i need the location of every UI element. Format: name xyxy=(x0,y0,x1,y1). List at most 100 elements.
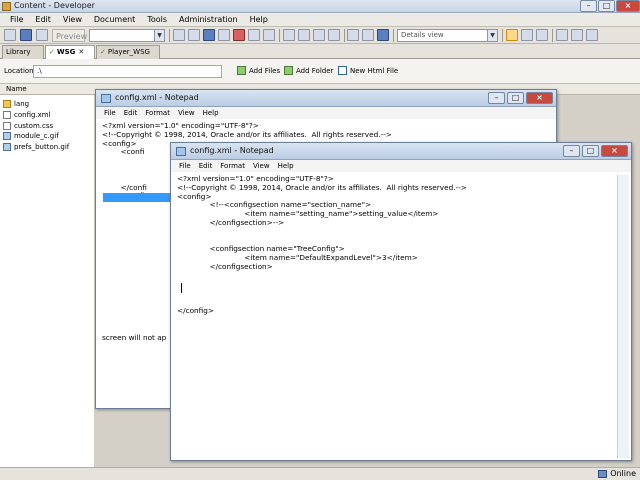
menu-administration[interactable]: Administration xyxy=(173,13,244,26)
new-html-icon xyxy=(338,66,347,75)
columns-view-icon[interactable] xyxy=(536,29,548,41)
menu-view[interactable]: View xyxy=(57,13,88,26)
delete-icon[interactable] xyxy=(233,29,245,41)
add-files-icon xyxy=(237,66,246,75)
forward-icon[interactable] xyxy=(298,29,310,41)
folder-icon xyxy=(3,100,11,108)
save-icon[interactable] xyxy=(20,29,32,41)
paste-icon[interactable] xyxy=(218,29,230,41)
network-icon xyxy=(598,469,608,478)
notepad-menubar: File Edit Format View Help xyxy=(171,160,631,172)
menu-view[interactable]: View xyxy=(174,107,199,119)
location-bar: Location: .\ Add Files Add Folder New Ht… xyxy=(0,59,640,84)
minimize-button[interactable]: – xyxy=(580,0,597,12)
close-tab-icon[interactable]: ✕ xyxy=(78,48,84,56)
tab-strip: Library ✓ WSG ✕ ✓ Player_WSG xyxy=(0,44,640,60)
notepad-title: config.xml - Notepad xyxy=(115,93,199,102)
refresh-icon[interactable] xyxy=(188,29,200,41)
close-button[interactable]: × xyxy=(616,0,640,12)
list-view-icon[interactable] xyxy=(521,29,533,41)
notepad-menubar: File Edit Format View Help xyxy=(96,107,556,119)
menu-edit[interactable]: Edit xyxy=(195,160,217,172)
menu-document[interactable]: Document xyxy=(88,13,141,26)
notepad-titlebar[interactable]: config.xml - Notepad – □ × xyxy=(96,90,556,107)
lock-icon[interactable] xyxy=(263,29,275,41)
menu-view[interactable]: View xyxy=(249,160,274,172)
file-item[interactable]: lang xyxy=(3,100,29,108)
close-button[interactable]: × xyxy=(601,145,628,157)
menu-help[interactable]: Help xyxy=(199,107,223,119)
menu-tools[interactable]: Tools xyxy=(141,13,173,26)
edit-icon[interactable] xyxy=(173,29,185,41)
menu-format[interactable]: Format xyxy=(141,107,174,119)
filter-icon[interactable] xyxy=(362,29,374,41)
file-item[interactable]: config.xml xyxy=(3,111,51,119)
close-button[interactable]: × xyxy=(526,92,553,104)
up-icon[interactable] xyxy=(313,29,325,41)
notepad-titlebar[interactable]: config.xml - Notepad – □ × xyxy=(171,143,631,160)
file-item[interactable]: prefs_button.gif xyxy=(3,143,69,151)
notepad-text-area[interactable]: <?xml version="1.0" encoding="UTF-8"?> <… xyxy=(177,174,467,316)
open-folder-icon[interactable] xyxy=(4,29,16,41)
menu-file[interactable]: File xyxy=(4,13,29,26)
minimize-button[interactable]: – xyxy=(488,92,505,104)
add-files-button[interactable]: Add Files xyxy=(237,66,280,75)
maximize-button[interactable]: □ xyxy=(582,145,599,157)
details-view-icon[interactable] xyxy=(506,29,518,41)
file-item[interactable]: module_c.gif xyxy=(3,132,59,140)
app-title: Content - Developer xyxy=(14,1,95,10)
menu-help[interactable]: Help xyxy=(244,13,274,26)
gif-file-icon xyxy=(3,132,11,140)
menu-format[interactable]: Format xyxy=(216,160,249,172)
settings-icon[interactable] xyxy=(586,29,598,41)
menu-file[interactable]: File xyxy=(175,160,195,172)
notepad-bottom-text: screen will not ap xyxy=(102,333,167,342)
preview-button[interactable]: Preview xyxy=(52,29,87,42)
status-text: Online xyxy=(610,469,636,478)
add-folder-icon xyxy=(284,66,293,75)
help-icon[interactable] xyxy=(377,29,389,41)
menubar: File Edit View Document Tools Administra… xyxy=(0,13,640,27)
status-bar: Online xyxy=(0,467,640,480)
print-icon[interactable] xyxy=(36,29,48,41)
tab-library[interactable]: Library xyxy=(2,45,44,59)
app-icon xyxy=(2,2,11,11)
down-icon[interactable] xyxy=(328,29,340,41)
file-pane xyxy=(0,84,94,467)
tab-wsg[interactable]: ✓ WSG ✕ xyxy=(45,45,95,60)
toolbar: Preview ▼ Details view ▼ xyxy=(0,27,640,44)
notepad-title: config.xml - Notepad xyxy=(190,146,274,155)
app-titlebar: Content - Developer – □ × xyxy=(0,0,640,13)
new-folder-icon[interactable] xyxy=(556,29,568,41)
language-combo[interactable]: ▼ xyxy=(89,29,165,42)
maximize-button[interactable]: □ xyxy=(507,92,524,104)
maximize-button[interactable]: □ xyxy=(598,0,615,12)
file-item[interactable]: custom.css xyxy=(3,122,53,130)
minimize-button[interactable]: – xyxy=(563,145,580,157)
view-combo[interactable]: Details view ▼ xyxy=(397,29,498,42)
notepad-icon xyxy=(101,94,111,103)
name-column-header[interactable]: Name xyxy=(6,85,27,93)
menu-edit[interactable]: Edit xyxy=(120,107,142,119)
upload-icon[interactable] xyxy=(571,29,583,41)
location-label: Location: xyxy=(4,67,36,75)
add-folder-button[interactable]: Add Folder xyxy=(284,66,333,75)
back-icon[interactable] xyxy=(283,29,295,41)
copy-icon[interactable] xyxy=(203,29,215,41)
text-selection xyxy=(103,193,173,202)
location-input[interactable]: .\ xyxy=(33,65,222,78)
notepad-icon xyxy=(176,147,186,156)
text-caret xyxy=(181,283,182,293)
menu-edit[interactable]: Edit xyxy=(29,13,57,26)
find-icon[interactable] xyxy=(347,29,359,41)
notepad-window-front[interactable]: config.xml - Notepad – □ × File Edit For… xyxy=(170,142,632,461)
xml-file-icon xyxy=(3,111,11,119)
tab-player-wsg[interactable]: ✓ Player_WSG xyxy=(96,45,160,59)
vertical-scrollbar[interactable] xyxy=(617,175,629,458)
menu-help[interactable]: Help xyxy=(274,160,298,172)
new-html-file-button[interactable]: New Html File xyxy=(338,66,398,75)
css-file-icon xyxy=(3,122,11,130)
properties-icon[interactable] xyxy=(248,29,260,41)
menu-file[interactable]: File xyxy=(100,107,120,119)
gif-file-icon xyxy=(3,143,11,151)
